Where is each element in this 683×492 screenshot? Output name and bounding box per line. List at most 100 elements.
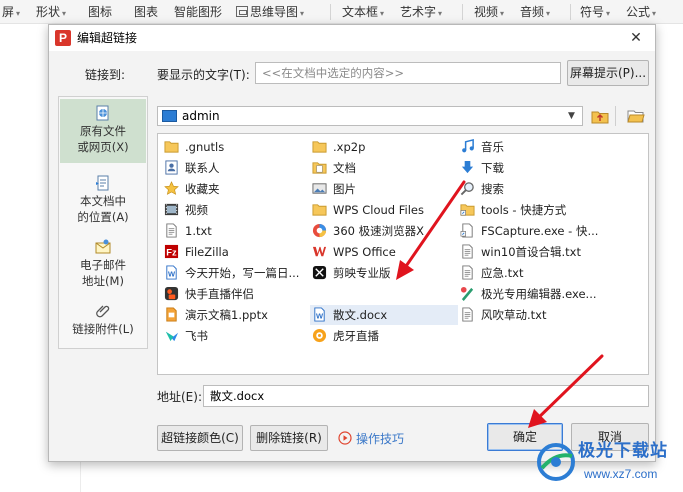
file-item[interactable]: 文档 xyxy=(310,158,458,178)
ribbon-item-shape[interactable]: 形状 ▾ xyxy=(36,4,66,20)
link-to-label: 链接到: xyxy=(85,68,126,82)
ribbon-item-chart[interactable]: 图表 xyxy=(134,4,158,20)
ribbon-item-textbox[interactable]: 文本框 ▾ xyxy=(342,4,384,20)
file-item[interactable]: 应急.txt xyxy=(458,263,606,283)
file-name: 演示文稿1.pptx xyxy=(185,308,268,322)
folder-monitor-icon xyxy=(162,110,177,122)
screentip-button[interactable]: 屏幕提示(P)... xyxy=(567,60,649,86)
address-input[interactable]: 散文.docx xyxy=(203,385,649,407)
file-name: 虎牙直播 xyxy=(333,329,379,343)
file-name: 散文.docx xyxy=(333,308,388,322)
svg-text:W: W xyxy=(316,311,324,320)
sidebar-label: 或网页(X) xyxy=(77,140,129,154)
email-icon xyxy=(95,239,111,254)
file-name: FileZilla xyxy=(185,245,229,259)
file-item[interactable]: FSCapture.exe - 快... xyxy=(458,221,606,241)
browse-folder-icon[interactable] xyxy=(627,107,645,125)
ribbon-item-audio[interactable]: 音频 ▾ xyxy=(520,4,550,20)
tips-link-label: 操作技巧 xyxy=(356,432,405,446)
search-icon xyxy=(460,182,474,196)
file-item[interactable]: 搜索 xyxy=(458,179,606,199)
file-item[interactable]: 下载 xyxy=(458,158,606,178)
close-button[interactable]: ✕ xyxy=(626,29,646,47)
file-name: 应急.txt xyxy=(481,266,524,280)
ribbon-item-mindmap[interactable]: 思维导图 ▾ xyxy=(236,4,304,20)
file-item[interactable]: .gnutls xyxy=(162,137,310,157)
file-item[interactable]: tools - 快捷方式 xyxy=(458,200,606,220)
ribbon-separator xyxy=(330,4,331,20)
file-item[interactable]: .xp2p xyxy=(310,137,458,157)
remove-link-button[interactable]: 删除链接(R) xyxy=(250,425,328,451)
file-item[interactable]: 联系人 xyxy=(162,158,310,178)
file-item[interactable]: 极光专用编辑器.exe... xyxy=(458,284,606,304)
file-name: 视频 xyxy=(185,203,208,217)
text-file-icon xyxy=(462,244,473,259)
file-item[interactable]: 飞书 xyxy=(162,326,310,346)
file-name: win10首设合辑.txt xyxy=(481,245,582,259)
file-item[interactable]: WPS Office xyxy=(310,242,458,262)
file-name: 剪映专业版 xyxy=(333,266,391,280)
editor-app-icon xyxy=(460,286,474,301)
ribbon-separator xyxy=(462,4,463,20)
folder-shortcut-icon xyxy=(460,204,475,216)
display-text-input[interactable]: <<在文档中选定的内容>> xyxy=(255,62,561,84)
svg-text:Fz: Fz xyxy=(166,247,177,257)
file-name: 下载 xyxy=(481,161,504,175)
filezilla-icon: Fz xyxy=(164,244,179,259)
huya-icon xyxy=(312,328,327,343)
site-watermark: 极光下载站 www.xz7.com xyxy=(536,440,683,492)
file-name: .gnutls xyxy=(185,140,225,154)
sidebar-item-attachment[interactable]: 链接附件(L) xyxy=(60,301,146,345)
file-name: .xp2p xyxy=(333,140,366,154)
wps-presentation-icon: P xyxy=(55,30,71,46)
ribbon-item-formula[interactable]: 公式 ▾ xyxy=(626,4,656,20)
file-item[interactable]: 收藏夹 xyxy=(162,179,310,199)
toolbar-separator xyxy=(615,106,616,126)
sidebar-item-existing-file[interactable]: 原有文件 或网页(X) xyxy=(60,99,146,163)
sidebar-item-this-document[interactable]: 本文档中 的位置(A) xyxy=(60,173,146,233)
tips-link[interactable]: 操作技巧 xyxy=(338,431,404,447)
folder-path-combobox[interactable]: admin ▼ xyxy=(157,106,583,126)
file-item[interactable]: 图片 xyxy=(310,179,458,199)
file-item[interactable]: Fz FileZilla xyxy=(162,242,310,262)
file-item[interactable]: 剪映专业版 xyxy=(310,263,458,283)
file-item[interactable]: 风吹草动.txt xyxy=(458,305,606,325)
file-item-selected[interactable]: W 散文.docx xyxy=(310,305,458,325)
file-item[interactable]: 360 极速浏览器X xyxy=(310,221,458,241)
jianying-icon xyxy=(312,265,327,280)
ribbon-item-symbol[interactable]: 符号 ▾ xyxy=(580,4,610,20)
file-name: 收藏夹 xyxy=(185,182,220,196)
sidebar-label: 原有文件 xyxy=(80,124,126,138)
sidebar-label: 本文档中 xyxy=(80,194,126,208)
file-item[interactable]: 快手直播伴侣 xyxy=(162,284,310,304)
doc-place-icon xyxy=(96,175,109,191)
file-item[interactable]: 演示文稿1.pptx xyxy=(162,305,310,325)
file-item[interactable]: 1.txt xyxy=(162,221,310,241)
file-item[interactable]: win10首设合辑.txt xyxy=(458,242,606,262)
globe-file-icon xyxy=(96,105,109,121)
ribbon-item-smart-graphic[interactable]: 智能图形 xyxy=(174,4,222,20)
file-item[interactable]: W 今天开始，写一篇日... xyxy=(162,263,310,283)
file-name: 搜索 xyxy=(481,182,504,196)
file-item[interactable]: 虎牙直播 xyxy=(310,326,458,346)
watermark-title: 极光下载站 xyxy=(578,441,668,461)
file-item[interactable]: WPS Cloud Files xyxy=(310,200,458,220)
folder-path-value: admin xyxy=(182,109,220,123)
word-document-icon: W xyxy=(314,307,325,322)
dialog-title: 编辑超链接 xyxy=(77,31,138,45)
ribbon-item-screen[interactable]: 屏 ▾ xyxy=(2,4,20,20)
sidebar-label: 的位置(A) xyxy=(77,210,129,224)
sidebar-label: 电子邮件 xyxy=(80,258,126,272)
file-name: 飞书 xyxy=(185,329,208,343)
file-name: 音乐 xyxy=(481,140,504,154)
file-item[interactable]: 视频 xyxy=(162,200,310,220)
ribbon-item-wordart[interactable]: 艺术字 ▾ xyxy=(400,4,442,20)
ribbon-item-icon[interactable]: 图标 xyxy=(88,4,112,20)
folder-up-icon[interactable] xyxy=(591,107,609,125)
ribbon-item-video[interactable]: 视频 ▾ xyxy=(474,4,504,20)
star-icon xyxy=(164,181,179,195)
file-item[interactable]: 音乐 xyxy=(458,137,606,157)
sidebar-item-email[interactable]: 电子邮件 地址(M) xyxy=(60,237,146,297)
hyperlink-color-button[interactable]: 超链接颜色(C) xyxy=(157,425,243,451)
watermark-url: www.xz7.com xyxy=(584,467,658,481)
